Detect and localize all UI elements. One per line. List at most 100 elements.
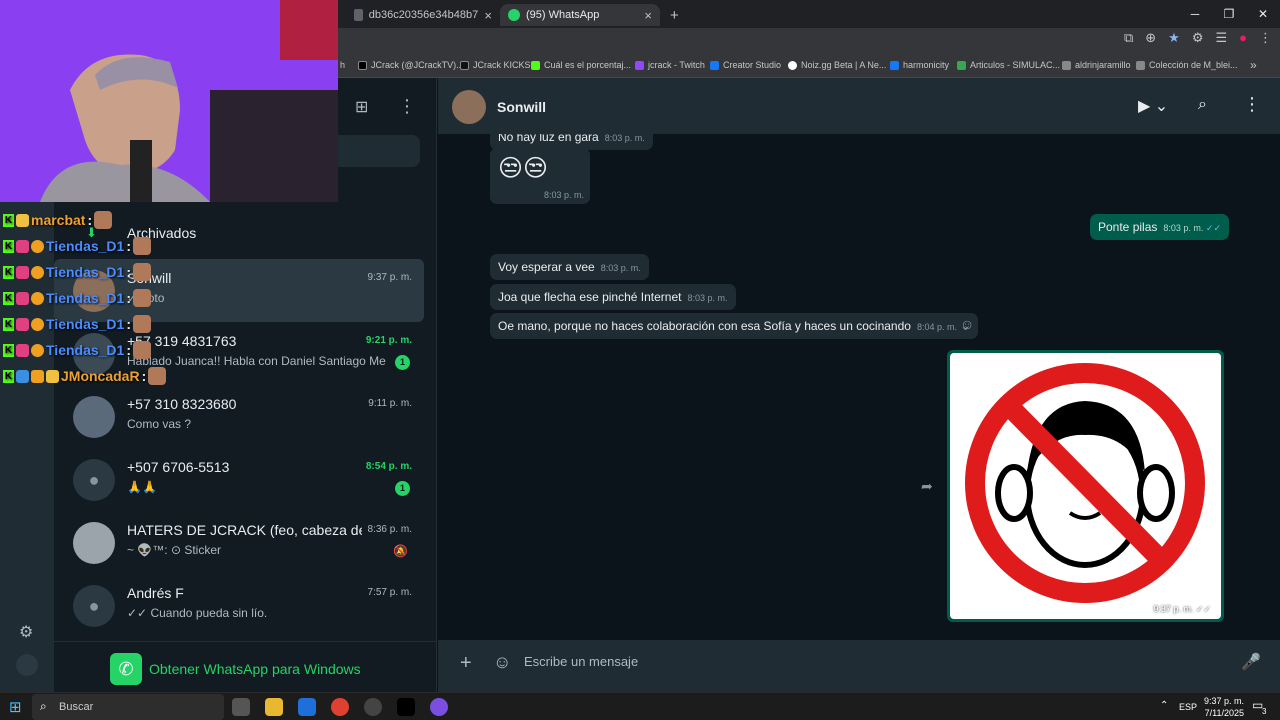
close-icon[interactable]: ✕ (1246, 0, 1280, 28)
webcam-feed-image (0, 0, 338, 202)
image-message-outgoing[interactable]: 9:37 p. m. ✓✓ (947, 350, 1224, 622)
close-tab-icon[interactable]: × (644, 8, 652, 23)
stream-chat-line: K JMoncadaR : (3, 365, 167, 387)
message-incoming: Voy esperar a vee 8:03 p. m. (490, 254, 649, 280)
profile-icon[interactable]: ● (1239, 30, 1247, 46)
file-explorer-icon[interactable] (265, 698, 283, 716)
task-view-icon[interactable] (232, 698, 250, 716)
discord-icon[interactable] (430, 698, 448, 716)
browser-tab[interactable]: db36c20356e34b48b7b4cc244 × (346, 4, 500, 26)
message-incoming: Joa que flecha ese pinché Internet 8:03 p… (490, 284, 736, 310)
menu-icon[interactable]: ⋮ (398, 96, 416, 117)
search-icon[interactable]: ⌕ (1198, 96, 1207, 114)
chat-header: Sonwill ▶ ⌄ ⌕ ⋮ (438, 78, 1280, 134)
menu-icon[interactable]: ⋮ (1259, 30, 1272, 46)
windows-start-icon[interactable]: ⊞ (9, 698, 22, 716)
default-avatar-icon: ● (73, 585, 115, 627)
chat-item[interactable]: HATERS DE JCRACK (feo, cabeza de ... ~ 👽… (54, 511, 424, 574)
search-placeholder: Buscar (59, 701, 94, 713)
browser-tab-active[interactable]: (95) WhatsApp × (500, 4, 660, 26)
bookmark[interactable]: Cuál es el porcentaj... (531, 60, 631, 70)
sticker-icon[interactable]: ☺ (493, 652, 511, 673)
minimize-icon[interactable]: ─ (1178, 0, 1212, 28)
get-app-banner[interactable]: ✆ Obtener WhatsApp para Windows (54, 641, 437, 692)
chat-item[interactable]: ● +507 6706-5513 🙏🙏 8:54 p. m. 1 (54, 448, 424, 511)
bookmark[interactable]: JCrack (@JCrackTV)... (358, 60, 464, 70)
bookmark[interactable]: aldrinjaramillo (1062, 60, 1131, 70)
new-chat-icon[interactable]: ⊞ (355, 97, 368, 117)
notification-count: 3 (1262, 707, 1267, 716)
chat-name: Andrés F (127, 585, 184, 601)
restore-icon[interactable]: ❐ (1212, 0, 1246, 28)
obs-icon[interactable] (364, 698, 382, 716)
unread-badge: 1 (395, 481, 410, 496)
stream-chat-line: Kmarcbat : (3, 209, 113, 231)
react-emoji-icon[interactable]: ☺ (960, 316, 974, 332)
webcam-overlay (0, 0, 338, 202)
forward-icon[interactable]: ➦ (921, 478, 933, 495)
chat-time: 8:36 p. m. (367, 524, 412, 535)
bookmark[interactable]: Noiz.gg Beta | A Ne... (788, 60, 886, 70)
zoom-icon[interactable]: ⊕ (1145, 30, 1156, 46)
menu-icon[interactable]: ⋮ (1243, 94, 1261, 115)
attach-plus-icon[interactable]: + (460, 652, 472, 675)
app-icon[interactable] (397, 698, 415, 716)
install-icon[interactable]: ⧉ (1124, 30, 1133, 46)
document-icon (354, 9, 363, 21)
muted-icon: 🔕 (393, 544, 408, 558)
chrome-icon[interactable] (331, 698, 349, 716)
clock[interactable]: 9:37 p. m. 7/11/2025 (1200, 695, 1244, 719)
language-indicator[interactable]: ESP (1179, 702, 1197, 712)
tray-chevron-icon[interactable]: ⌃ (1160, 700, 1168, 711)
bookmark[interactable]: Creator Studio (710, 60, 781, 70)
tab-title: db36c20356e34b48b7b4cc244 (368, 9, 479, 21)
search-icon: ⌕ (40, 699, 47, 713)
stream-chat-line: K Tiendas_D1 : (3, 339, 152, 361)
contact-avatar[interactable] (452, 90, 486, 124)
bookmark[interactable]: harmonicity (890, 60, 949, 70)
outlook-icon[interactable] (298, 698, 316, 716)
extensions-icon[interactable]: ⚙ (1192, 30, 1204, 46)
chat-name: +507 6706-5513 (127, 459, 230, 475)
bookmark-star-icon[interactable]: ★ (1168, 30, 1180, 46)
default-avatar-icon: ● (73, 459, 115, 501)
more-bookmarks-icon[interactable]: » (1250, 58, 1257, 72)
taskbar-search[interactable]: ⌕ Buscar (32, 694, 224, 720)
chat-time: 9:37 p. m. (367, 272, 412, 283)
message-list: No hay luz en gara 8:03 p. m. 😒😒 8:03 p. … (438, 134, 1280, 640)
message-input[interactable]: Escribe un mensaje (524, 654, 1224, 678)
avatar (73, 396, 115, 438)
settings-icon[interactable]: ⚙ (19, 622, 33, 642)
chat-preview: Como vas ? (127, 417, 192, 431)
new-tab-button[interactable]: + (662, 4, 687, 26)
bookmark[interactable]: Colección de M_blei... (1136, 60, 1238, 70)
chat-item[interactable]: +57 310 8323680 Como vas ? 9:11 p. m. (54, 385, 424, 448)
no-face-sign-image (965, 363, 1205, 603)
bookmark[interactable]: Articulos - SIMULAC... (957, 60, 1060, 70)
composer-bar: + ☺ Escribe un mensaje 🎤 (438, 640, 1280, 692)
close-tab-icon[interactable]: × (484, 8, 492, 23)
message-outgoing: Ponte pilas 8:03 p. m. ✓✓ (1090, 214, 1229, 240)
bookmark[interactable]: JCrack KICKS (460, 60, 531, 70)
search-input[interactable] (330, 135, 420, 167)
bookmark[interactable]: h (340, 60, 345, 70)
get-app-link[interactable]: Obtener WhatsApp para Windows (149, 661, 361, 677)
chat-time: 7:57 p. m. (367, 587, 412, 598)
video-call-icon[interactable]: ▶ ⌄ (1138, 96, 1168, 116)
chat-name: +57 310 8323680 (127, 396, 237, 412)
chat-item[interactable]: ● Andrés F ✓✓ Cuando pueda sin lío. 7:57… (54, 574, 424, 637)
reading-list-icon[interactable]: ☰ (1215, 30, 1227, 46)
profile-avatar[interactable] (16, 654, 38, 676)
chat-preview: ✓✓ Cuando pueda sin lío. (127, 606, 268, 620)
browser-toolbar: ⧉ ⊕ ★ ⚙ ☰ ● ⋮ (1124, 30, 1272, 46)
bookmark[interactable]: jcrack - Twitch (635, 60, 705, 70)
message-incoming: Oe mano, porque no haces colaboración co… (490, 313, 979, 339)
chat-name: HATERS DE JCRACK (feo, cabeza de ... (127, 522, 362, 538)
stream-chat-line: K Tiendas_D1 : (3, 235, 152, 257)
microphone-icon[interactable]: 🎤 (1241, 652, 1261, 672)
contact-name[interactable]: Sonwill (497, 99, 546, 115)
windows-taskbar: ⊞ ⌕ Buscar ⌃ ESP 9:37 p. m. 7/11/2025 ▭ … (0, 692, 1280, 720)
chat-time: 8:54 p. m. (365, 461, 412, 472)
stream-chat-line: K Tiendas_D1 : (3, 287, 152, 309)
message-incoming: 😒😒 8:03 p. m. (490, 148, 590, 204)
